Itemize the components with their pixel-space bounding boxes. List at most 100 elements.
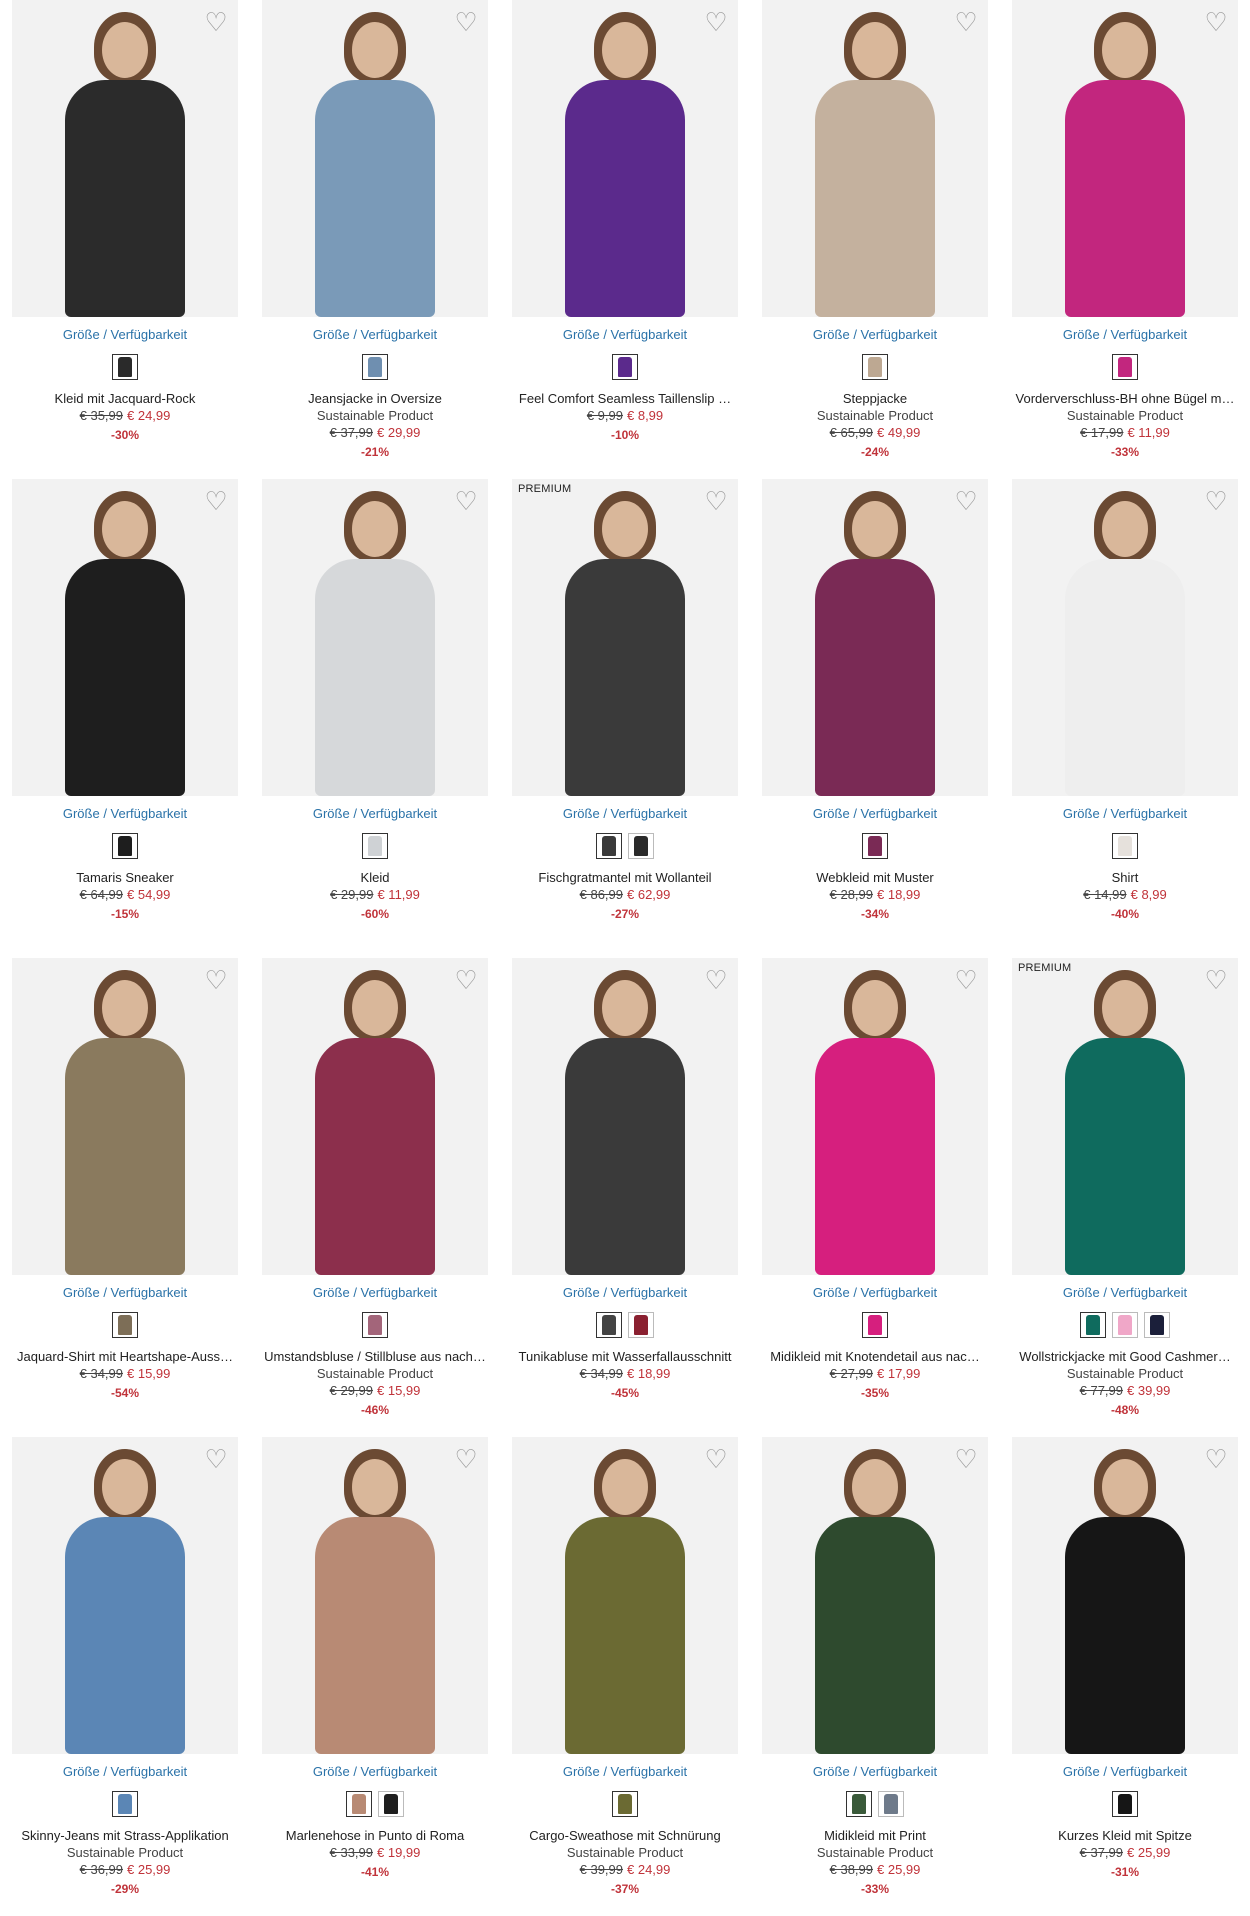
product-title[interactable]: Kleid [262, 870, 488, 885]
wishlist-heart-icon[interactable]: ♡ [202, 487, 230, 515]
product-title[interactable]: Vorderverschluss-BH ohne Bügel m… [1012, 391, 1238, 406]
wishlist-heart-icon[interactable]: ♡ [202, 1445, 230, 1473]
product-card[interactable]: ♡ Größe / Verfügbarkeit Jeansjacke in Over… [262, 0, 488, 459]
color-swatch[interactable] [1112, 1791, 1138, 1817]
color-swatch[interactable] [878, 1791, 904, 1817]
color-swatch[interactable] [362, 354, 388, 380]
color-swatch[interactable] [362, 1312, 388, 1338]
wishlist-heart-icon[interactable]: ♡ [202, 8, 230, 36]
wishlist-heart-icon[interactable]: ♡ [1202, 487, 1230, 515]
product-title[interactable]: Marlenehose in Punto di Roma [262, 1828, 488, 1843]
product-image[interactable]: ♡ [1012, 1437, 1238, 1754]
product-image[interactable]: ♡ [12, 479, 238, 796]
product-card[interactable]: ♡ Größe / Verfügbarkeit Feel Comfort Seaml… [512, 0, 738, 442]
wishlist-heart-icon[interactable]: ♡ [1202, 1445, 1230, 1473]
wishlist-heart-icon[interactable]: ♡ [1202, 8, 1230, 36]
product-title[interactable]: Jeansjacke in Oversize [262, 391, 488, 406]
product-image[interactable]: ♡ [512, 0, 738, 317]
product-image[interactable]: ♡ [762, 0, 988, 317]
color-swatch[interactable] [1112, 1312, 1138, 1338]
product-image[interactable]: PREMIUM ♡ [512, 479, 738, 796]
size-availability-link[interactable]: Größe / Verfügbarkeit [762, 1764, 988, 1779]
product-card[interactable]: ♡ Größe / Verfügbarkeit Shirt € 14,99 € 8,99… [1012, 479, 1238, 921]
product-card[interactable]: ♡ Größe / Verfügbarkeit Vorderverschluss-B… [1012, 0, 1238, 459]
product-image[interactable]: ♡ [762, 958, 988, 1275]
product-title[interactable]: Kleid mit Jacquard-Rock [12, 391, 238, 406]
product-card[interactable]: ♡ Größe / Verfügbarkeit Tamaris Sneaker € 6… [12, 479, 238, 921]
color-swatch[interactable] [862, 1312, 888, 1338]
product-image[interactable]: ♡ [512, 1437, 738, 1754]
product-title[interactable]: Wollstrickjacke mit Good Cashmer… [1012, 1349, 1238, 1364]
product-image[interactable]: ♡ [12, 1437, 238, 1754]
wishlist-heart-icon[interactable]: ♡ [952, 1445, 980, 1473]
size-availability-link[interactable]: Größe / Verfügbarkeit [762, 1285, 988, 1300]
product-title[interactable]: Umstandsbluse / Stillbluse aus nach… [262, 1349, 488, 1364]
product-title[interactable]: Steppjacke [762, 391, 988, 406]
wishlist-heart-icon[interactable]: ♡ [952, 966, 980, 994]
product-image[interactable]: ♡ [262, 479, 488, 796]
color-swatch[interactable] [112, 1312, 138, 1338]
size-availability-link[interactable]: Größe / Verfügbarkeit [762, 327, 988, 342]
product-card[interactable]: PREMIUM ♡ Größe / Verfügbarkeit Fischgratma… [512, 479, 738, 921]
product-card[interactable]: ♡ Größe / Verfügbarkeit Jaquard-Shirt mit … [12, 958, 238, 1400]
product-image[interactable]: ♡ [762, 479, 988, 796]
product-title[interactable]: Midikleid mit Knotendetail aus nac… [762, 1349, 988, 1364]
product-image[interactable]: ♡ [262, 958, 488, 1275]
color-swatch[interactable] [362, 833, 388, 859]
wishlist-heart-icon[interactable]: ♡ [952, 487, 980, 515]
size-availability-link[interactable]: Größe / Verfügbarkeit [262, 1285, 488, 1300]
color-swatch[interactable] [612, 1791, 638, 1817]
product-image[interactable]: ♡ [512, 958, 738, 1275]
color-swatch[interactable] [612, 354, 638, 380]
product-card[interactable]: ♡ Größe / Verfügbarkeit Webkleid mit Muste… [762, 479, 988, 921]
color-swatch[interactable] [112, 354, 138, 380]
product-image[interactable]: ♡ [12, 0, 238, 317]
color-swatch[interactable] [628, 1312, 654, 1338]
product-title[interactable]: Webkleid mit Muster [762, 870, 988, 885]
size-availability-link[interactable]: Größe / Verfügbarkeit [1012, 1764, 1238, 1779]
product-card[interactable]: ♡ Größe / Verfügbarkeit Midikleid mit Knot… [762, 958, 988, 1400]
product-title[interactable]: Midikleid mit Print [762, 1828, 988, 1843]
size-availability-link[interactable]: Größe / Verfügbarkeit [12, 327, 238, 342]
product-title[interactable]: Cargo-Sweathose mit Schnürung [512, 1828, 738, 1843]
color-swatch[interactable] [596, 833, 622, 859]
product-title[interactable]: Shirt [1012, 870, 1238, 885]
wishlist-heart-icon[interactable]: ♡ [452, 966, 480, 994]
product-card[interactable]: ♡ Größe / Verfügbarkeit Midikleid mit Prin… [762, 1437, 988, 1896]
color-swatch[interactable] [596, 1312, 622, 1338]
size-availability-link[interactable]: Größe / Verfügbarkeit [262, 1764, 488, 1779]
product-card[interactable]: ♡ Größe / Verfügbarkeit Cargo-Sweathose mi… [512, 1437, 738, 1896]
product-card[interactable]: ♡ Größe / Verfügbarkeit Skinny-Jeans mit S… [12, 1437, 238, 1896]
product-title[interactable]: Tamaris Sneaker [12, 870, 238, 885]
size-availability-link[interactable]: Größe / Verfügbarkeit [762, 806, 988, 821]
product-card[interactable]: ♡ Größe / Verfügbarkeit Kleid mit Jacquard… [12, 0, 238, 442]
product-card[interactable]: ♡ Größe / Verfügbarkeit Umstandsbluse / St… [262, 958, 488, 1417]
product-image[interactable]: ♡ [1012, 0, 1238, 317]
size-availability-link[interactable]: Größe / Verfügbarkeit [1012, 806, 1238, 821]
color-swatch[interactable] [378, 1791, 404, 1817]
color-swatch[interactable] [862, 833, 888, 859]
wishlist-heart-icon[interactable]: ♡ [702, 1445, 730, 1473]
product-title[interactable]: Jaquard-Shirt mit Heartshape-Auss… [12, 1349, 238, 1364]
color-swatch[interactable] [862, 354, 888, 380]
product-image[interactable]: ♡ [262, 0, 488, 317]
color-swatch[interactable] [112, 1791, 138, 1817]
wishlist-heart-icon[interactable]: ♡ [452, 8, 480, 36]
product-image[interactable]: ♡ [762, 1437, 988, 1754]
size-availability-link[interactable]: Größe / Verfügbarkeit [12, 1285, 238, 1300]
color-swatch[interactable] [1112, 833, 1138, 859]
color-swatch[interactable] [1112, 354, 1138, 380]
size-availability-link[interactable]: Größe / Verfügbarkeit [1012, 1285, 1238, 1300]
product-card[interactable]: PREMIUM ♡ Größe / Verfügbarkeit Wollstrickj… [1012, 958, 1238, 1417]
size-availability-link[interactable]: Größe / Verfügbarkeit [512, 1764, 738, 1779]
wishlist-heart-icon[interactable]: ♡ [702, 966, 730, 994]
product-title[interactable]: Feel Comfort Seamless Taillenslip … [512, 391, 738, 406]
size-availability-link[interactable]: Größe / Verfügbarkeit [262, 806, 488, 821]
size-availability-link[interactable]: Größe / Verfügbarkeit [512, 1285, 738, 1300]
wishlist-heart-icon[interactable]: ♡ [452, 1445, 480, 1473]
product-title[interactable]: Fischgratmantel mit Wollanteil [512, 870, 738, 885]
wishlist-heart-icon[interactable]: ♡ [952, 8, 980, 36]
wishlist-heart-icon[interactable]: ♡ [702, 8, 730, 36]
product-title[interactable]: Skinny-Jeans mit Strass-Applikation [12, 1828, 238, 1843]
color-swatch[interactable] [846, 1791, 872, 1817]
